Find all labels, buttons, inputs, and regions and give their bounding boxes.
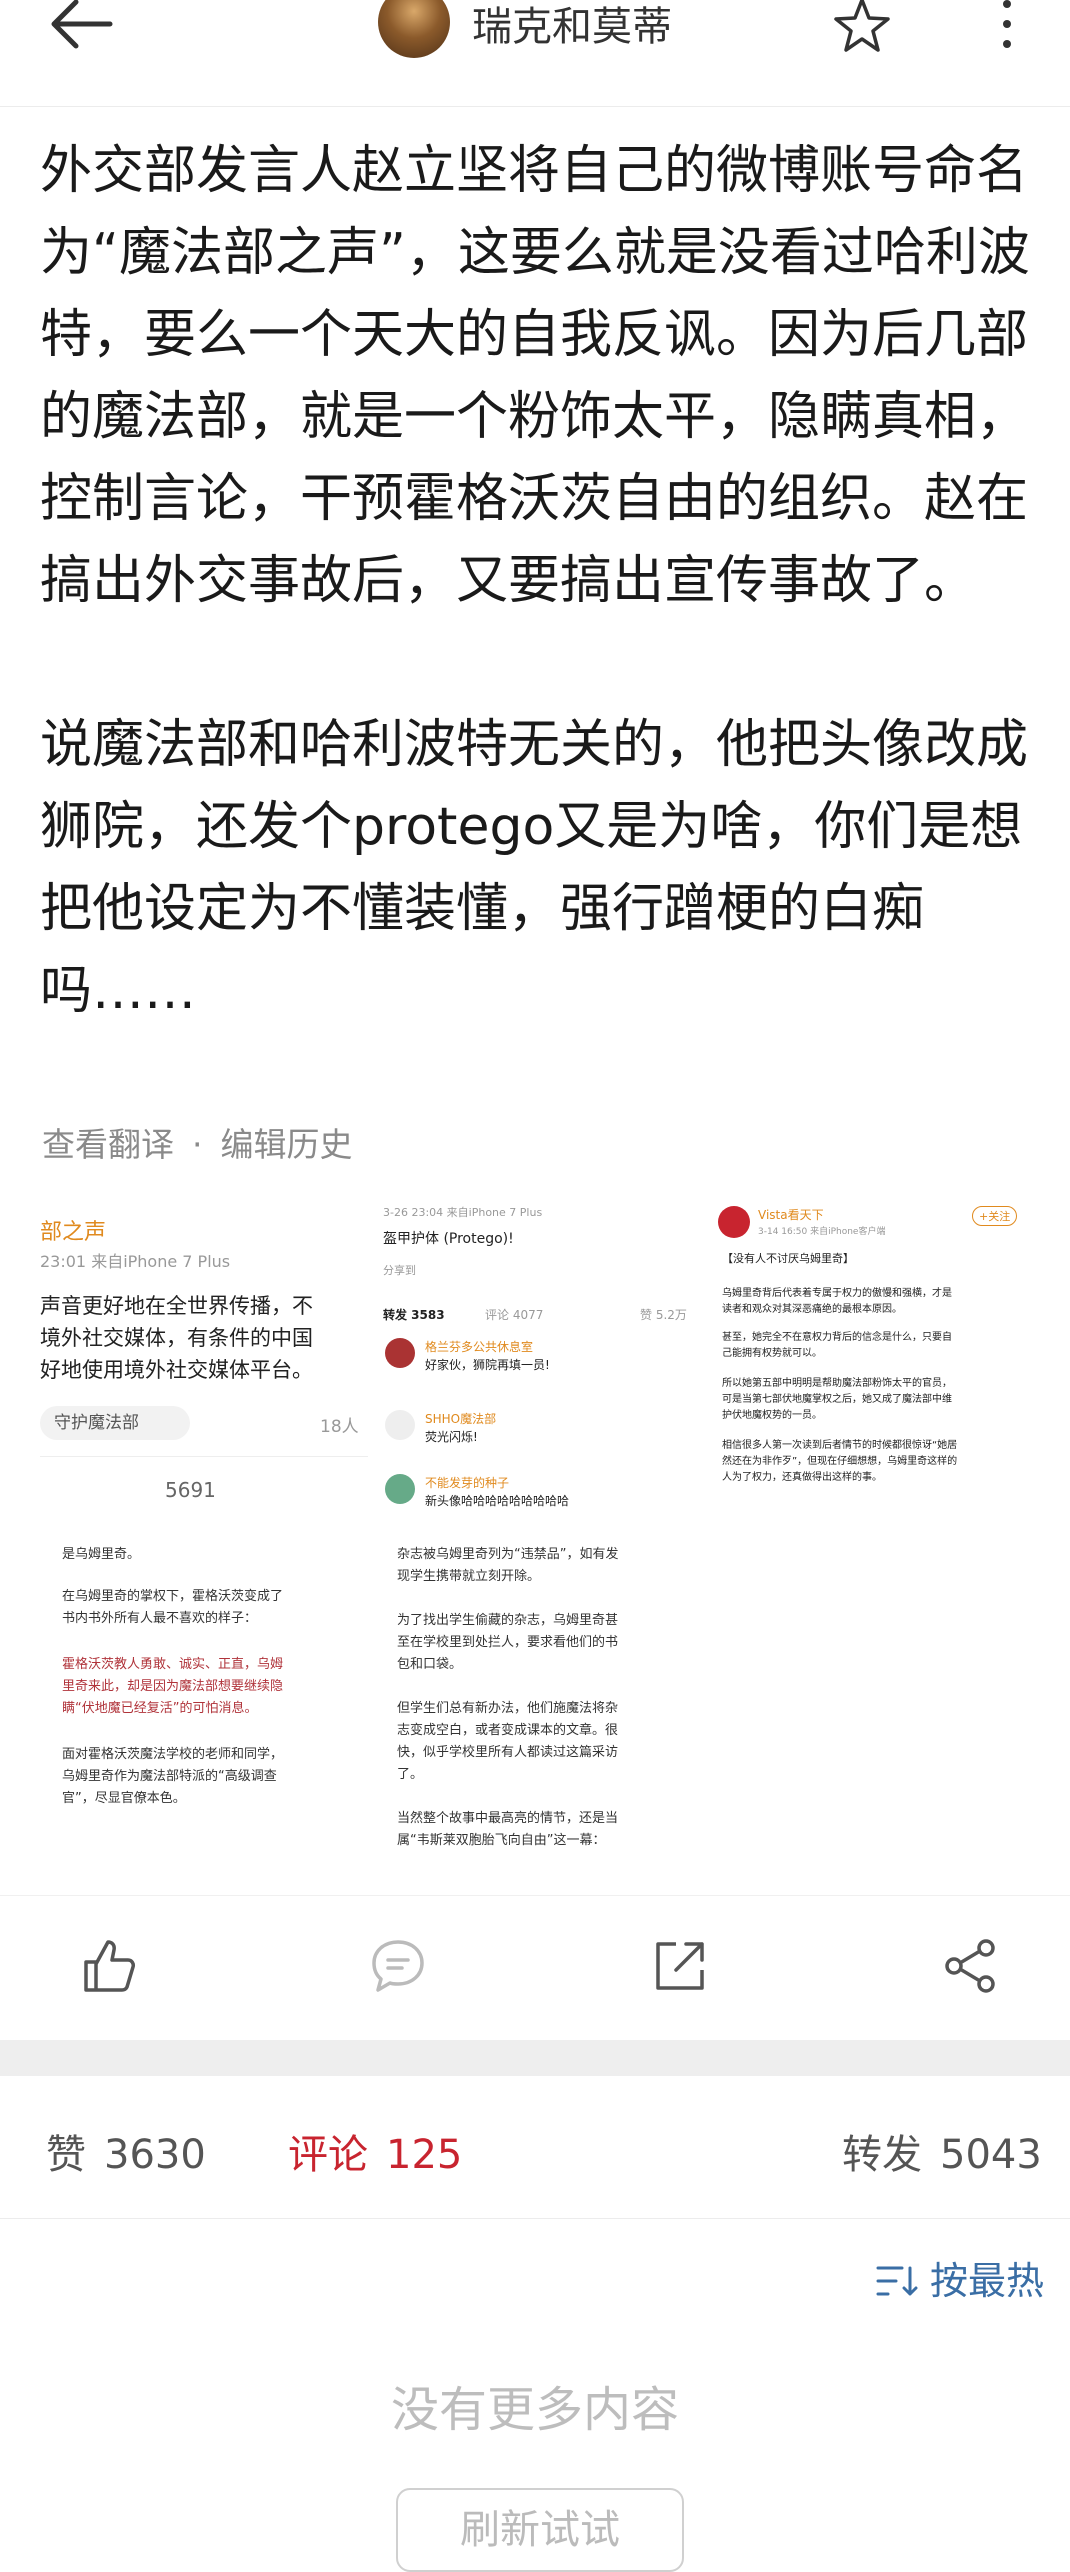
img5-text: 包和口袋。: [397, 1657, 463, 1672]
img3-text: 相信很多人第一次读到后者情节的时候都很惊讶“她居: [722, 1440, 958, 1451]
img4-highlight: 瞒“伏地魔已经复活”的可怕消息。: [62, 1701, 258, 1716]
tab-comments[interactable]: 评论 125: [288, 2122, 462, 2180]
tab-likes[interactable]: 赞 3630: [46, 2122, 206, 2180]
translate-link[interactable]: 查看翻译: [42, 1125, 174, 1164]
post-meta-actions: 查看翻译 · 编辑历史: [42, 1118, 353, 1166]
user-name[interactable]: 瑞克和莫蒂: [472, 0, 672, 54]
img1-title: 部之声: [40, 1220, 107, 1245]
img2-user: SHHO魔法部: [425, 1412, 497, 1426]
img2-user: 不能发芽的种子: [425, 1476, 510, 1490]
img1-comment-count: 5691: [165, 1478, 216, 1502]
img2-text: 盔甲护体 (Protego)!: [383, 1231, 514, 1247]
img5-text: 了。: [397, 1767, 424, 1782]
img2-share: 分享到: [383, 1264, 416, 1277]
img4-highlight: 里奇来此，却是因为魔法部想要继续隐: [62, 1679, 284, 1694]
img2-avatar: [385, 1410, 415, 1440]
img3-text: 可是当第七部伏地魔掌权之后，她又成了魔法部中维: [722, 1394, 952, 1405]
img3-follow: +关注: [972, 1206, 1018, 1226]
img3-text: 己能拥有权势就可以。: [722, 1348, 822, 1359]
img5-text: 为了找出学生偷藏的杂志，乌姆里奇甚: [397, 1613, 619, 1628]
tab-comments-label: 评论: [288, 2132, 368, 2178]
img2-reposts: 转发 3583: [383, 1308, 445, 1322]
img2-avatar: [385, 1338, 415, 1368]
top-bar: 瑞克和莫蒂: [0, 0, 1070, 107]
img2-likes: 赞 5.2万: [640, 1308, 687, 1322]
img3-text: 人为了权力，还真做得出这样的事。: [722, 1472, 882, 1483]
img4-highlight: 霍格沃茨教人勇敢、诚实、正直，乌姆: [62, 1657, 284, 1672]
img3-time: 3-14 16:50 来自iPhone客户端: [758, 1227, 886, 1237]
img3-text: 护伏地魔权势的一员。: [722, 1410, 822, 1421]
star-icon[interactable]: [830, 0, 894, 58]
sort-icon: [876, 2266, 918, 2296]
share-icon[interactable]: [940, 1936, 1000, 1996]
tab-comments-count: 125: [386, 2132, 463, 2178]
img3-text: 所以她第五部中明明是帮助魔法部粉饰太平的官员，: [722, 1378, 952, 1389]
img1-text: 境外社交媒体，有条件的中国: [40, 1326, 313, 1350]
img2-time: 3-26 23:04 来自iPhone 7 Plus: [383, 1206, 543, 1219]
tab-reposts[interactable]: 转发 5043: [842, 2122, 1042, 2180]
sort-toggle[interactable]: 按最热: [876, 2250, 1044, 2305]
img1-text: 好地使用境外社交媒体平台。: [40, 1358, 313, 1382]
post-image-4[interactable]: 是乌姆里奇。 在乌姆里奇的掌权下，霍格沃茨变成了 书内书外所有人最不喜欢的样子：…: [40, 1533, 368, 1858]
more-vertical-icon[interactable]: [995, 0, 1019, 58]
post-image-1[interactable]: 部之声 23:01 来自iPhone 7 Plus 声音更好地在全世界传播，不 …: [40, 1198, 368, 1526]
img3-text: 甚至，她完全不在意权力背后的信念是什么，只要自: [722, 1332, 952, 1343]
img5-text: 快，似乎学校里所有人都读过这篇采访: [397, 1745, 619, 1760]
img5-text: 属“韦斯莱双胞胎飞向自由”这一幕：: [397, 1833, 606, 1848]
edit-history-link[interactable]: 编辑历史: [221, 1125, 353, 1164]
img2-user: 格兰芬多公共休息室: [425, 1340, 534, 1354]
avatar[interactable]: [378, 0, 450, 58]
tab-reposts-label: 转发: [842, 2132, 922, 2178]
img4-text: 乌姆里奇作为魔法部特派的“高级调查: [62, 1769, 277, 1784]
section-separator: [0, 2040, 1070, 2076]
refresh-button[interactable]: 刷新试试: [396, 2488, 684, 2572]
post-body: 外交部发言人赵立坚将自己的微博账号命名为“魔法部之声”，这要么就是没看过哈利波特…: [40, 130, 1030, 1032]
img4-text: 面对霍格沃茨魔法学校的老师和同学，: [62, 1747, 284, 1762]
post-paragraph: 外交部发言人赵立坚将自己的微博账号命名为“魔法部之声”，这要么就是没看过哈利波特…: [40, 141, 1030, 611]
img1-count: 18人: [320, 1417, 359, 1437]
tab-reposts-count: 5043: [940, 2132, 1042, 2178]
img5-text: 现学生携带就立刻开除。: [397, 1569, 541, 1584]
img5-text: 但学生们总有新办法，他们施魔法将杂: [397, 1701, 619, 1716]
post-image-2[interactable]: 3-26 23:04 来自iPhone 7 Plus 盔甲护体 (Protego…: [375, 1198, 703, 1526]
repost-icon[interactable]: [650, 1936, 710, 1996]
img5-text: 至在学校里到处拦人，要求看他们的书: [397, 1635, 619, 1650]
img3-text: 然还在为非作歹”，但现在仔细想想，乌姆里奇这样的: [722, 1456, 958, 1467]
comment-icon[interactable]: [368, 1936, 428, 1996]
img1-time: 23:01 来自iPhone 7 Plus: [40, 1252, 231, 1271]
post-action-bar: [0, 1895, 1070, 2036]
post-paragraph: 说魔法部和哈利波特无关的，他把头像改成狮院，还发个protego又是为啥，你们是…: [40, 715, 1029, 1021]
thumbs-up-icon[interactable]: [78, 1936, 138, 1996]
sort-label: 按最热: [929, 2259, 1044, 2303]
img3-text: 【没有人不讨厌乌姆里奇】: [722, 1252, 854, 1265]
img3-avatar: [718, 1206, 750, 1238]
img2-reply: 新头像哈哈哈哈哈哈哈哈哈: [425, 1494, 570, 1508]
post-image-3[interactable]: Vista看天下 +关注 3-14 16:50 来自iPhone客户端 【没有人…: [710, 1198, 1038, 1526]
image-grid: 部之声 23:01 来自iPhone 7 Plus 声音更好地在全世界传播，不 …: [40, 1198, 1038, 1858]
img4-text: 书内书外所有人最不喜欢的样子：: [62, 1611, 258, 1626]
img4-text: 是乌姆里奇。: [62, 1547, 141, 1562]
img2-avatar: [385, 1474, 415, 1504]
img5-text: 当然整个故事中最高亮的情节，还是当: [397, 1811, 619, 1826]
img5-text: 杂志被乌姆里奇列为“违禁品”，如有发: [397, 1547, 619, 1562]
img3-text: 乌姆里奇背后代表着专属于权力的傲慢和强横，才是: [722, 1288, 952, 1299]
img5-text: 志变成空白，或者变成课本的文章。很: [397, 1723, 619, 1738]
img4-text: 官”，尽显官僚本色。: [62, 1791, 186, 1806]
tab-likes-label: 赞: [46, 2132, 86, 2178]
img2-reply: 好家伙，狮院再填一员!: [425, 1358, 550, 1372]
tab-likes-count: 3630: [104, 2132, 206, 2178]
img3-user: Vista看天下: [758, 1208, 824, 1222]
back-arrow-icon[interactable]: [40, 0, 130, 60]
post-image-5[interactable]: 杂志被乌姆里奇列为“违禁品”，如有发 现学生携带就立刻开除。 为了找出学生偷藏的…: [375, 1533, 703, 1858]
img3-text: 读者和观众对其深恶痛绝的最根本原因。: [722, 1304, 902, 1315]
stats-tabs: 赞 3630 评论 125 转发 5043: [0, 2076, 1070, 2219]
meta-separator: ·: [192, 1125, 203, 1164]
img1-divider: [40, 1456, 368, 1457]
img1-tag: 守护魔法部: [40, 1406, 190, 1440]
img1-text: 声音更好地在全世界传播，不: [40, 1294, 313, 1318]
img2-comments: 评论 4077: [485, 1308, 544, 1322]
img4-text: 在乌姆里奇的掌权下，霍格沃茨变成了: [62, 1589, 284, 1604]
img2-reply: 荧光闪烁!: [425, 1430, 478, 1444]
no-more-content: 没有更多内容: [390, 2382, 679, 2438]
